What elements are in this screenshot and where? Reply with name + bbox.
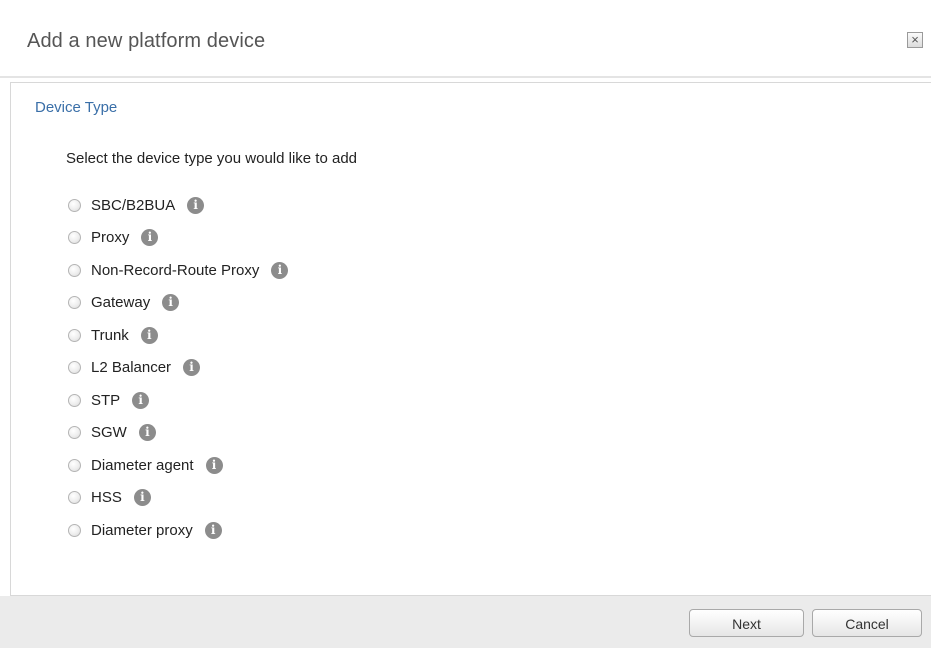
info-icon[interactable]: i — [132, 391, 150, 409]
device-type-options: SBC/B2BUA i Proxy i Non-Record-Route Pro… — [68, 189, 289, 547]
option-label[interactable]: Non-Record-Route Proxy — [91, 262, 259, 279]
dialog-footer: Next Cancel — [0, 596, 931, 648]
option-l2-balancer[interactable]: L2 Balancer i — [68, 352, 288, 385]
info-icon[interactable]: i — [187, 196, 205, 214]
info-icon[interactable]: i — [133, 489, 151, 507]
option-label[interactable]: SBC/B2BUA — [91, 197, 175, 214]
radio-button[interactable] — [68, 523, 81, 537]
info-icon[interactable]: i — [162, 294, 180, 312]
cancel-button[interactable]: Cancel — [812, 609, 922, 637]
option-gateway[interactable]: Gateway i — [68, 287, 288, 320]
option-label[interactable]: STP — [91, 392, 120, 409]
info-icon[interactable]: i — [183, 359, 201, 377]
option-sgw[interactable]: SGW i — [68, 417, 288, 450]
dialog-content: Device Type Select the device type you w… — [10, 82, 931, 596]
radio-button[interactable] — [68, 491, 81, 505]
info-icon[interactable]: i — [205, 456, 223, 474]
info-icon[interactable]: i — [204, 521, 222, 539]
option-sbc-b2bua[interactable]: SBC/B2BUA i — [68, 189, 288, 222]
radio-button[interactable] — [68, 393, 81, 407]
option-label[interactable]: Proxy — [91, 229, 129, 246]
option-proxy[interactable]: Proxy i — [68, 222, 288, 255]
option-diameter-agent[interactable]: Diameter agent i — [68, 449, 288, 482]
option-stp[interactable]: STP i — [68, 384, 288, 417]
option-diameter-proxy[interactable]: Diameter proxy i — [68, 514, 288, 547]
option-hss[interactable]: HSS i — [68, 482, 288, 515]
radio-button[interactable] — [68, 296, 81, 310]
radio-button[interactable] — [68, 426, 81, 440]
next-button[interactable]: Next — [689, 609, 804, 637]
dialog-title-bar: Add a new platform device × — [0, 0, 931, 78]
info-icon[interactable]: i — [141, 229, 159, 247]
option-label[interactable]: Trunk — [91, 327, 129, 344]
info-icon[interactable]: i — [138, 424, 156, 442]
info-icon[interactable]: i — [271, 261, 289, 279]
dialog-title: Add a new platform device — [27, 30, 266, 52]
instruction-text: Select the device type you would like to… — [66, 150, 358, 167]
info-icon[interactable]: i — [140, 326, 158, 344]
close-icon[interactable]: × — [907, 32, 923, 48]
radio-button[interactable] — [68, 231, 81, 245]
option-non-record-route-proxy[interactable]: Non-Record-Route Proxy i — [68, 254, 289, 287]
section-title: Device Type — [35, 99, 118, 116]
radio-button[interactable] — [68, 328, 81, 342]
option-label[interactable]: HSS — [91, 489, 122, 506]
option-label[interactable]: Diameter agent — [91, 457, 194, 474]
option-label[interactable]: L2 Balancer — [91, 359, 171, 376]
radio-button[interactable] — [68, 263, 81, 277]
option-trunk[interactable]: Trunk i — [68, 319, 288, 352]
option-label[interactable]: SGW — [91, 424, 127, 441]
radio-button[interactable] — [68, 361, 81, 375]
option-label[interactable]: Gateway — [91, 294, 150, 311]
option-label[interactable]: Diameter proxy — [91, 522, 193, 539]
radio-button[interactable] — [68, 198, 81, 212]
add-device-dialog: Add a new platform device × Device Type … — [0, 0, 931, 648]
radio-button[interactable] — [68, 458, 81, 472]
